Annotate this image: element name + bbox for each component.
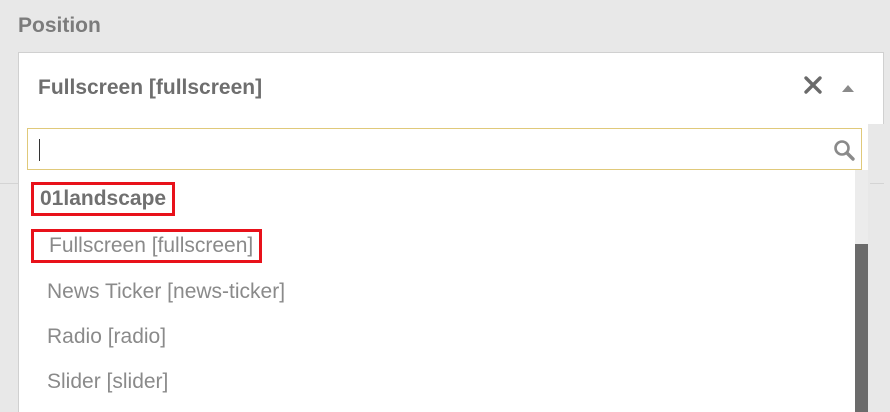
position-field-page: Position Fullscreen [fullscreen] 01lands… <box>0 0 890 412</box>
search-input[interactable] <box>28 129 838 169</box>
position-label: Position <box>18 14 101 37</box>
dropdown-panel: 01landscape Fullscreen [fullscreen] News… <box>18 124 868 412</box>
option-group-label: 01landscape <box>31 182 176 216</box>
option-slider[interactable]: Slider [slider] <box>47 370 168 394</box>
text-cursor <box>39 139 40 161</box>
close-icon[interactable] <box>801 73 825 97</box>
search-icon <box>832 138 856 162</box>
caret-up-icon[interactable] <box>840 81 856 93</box>
option-radio[interactable]: Radio [radio] <box>47 325 166 349</box>
scrollbar-thumb[interactable] <box>855 244 868 412</box>
search-field[interactable] <box>27 128 862 170</box>
option-news-ticker[interactable]: News Ticker [news-ticker] <box>47 280 285 304</box>
background-divider <box>0 183 18 184</box>
option-fullscreen[interactable]: Fullscreen [fullscreen] <box>31 229 263 263</box>
position-select[interactable]: Fullscreen [fullscreen] <box>18 52 884 124</box>
selected-value: Fullscreen [fullscreen] <box>38 76 263 99</box>
page-right-edge <box>884 52 890 412</box>
